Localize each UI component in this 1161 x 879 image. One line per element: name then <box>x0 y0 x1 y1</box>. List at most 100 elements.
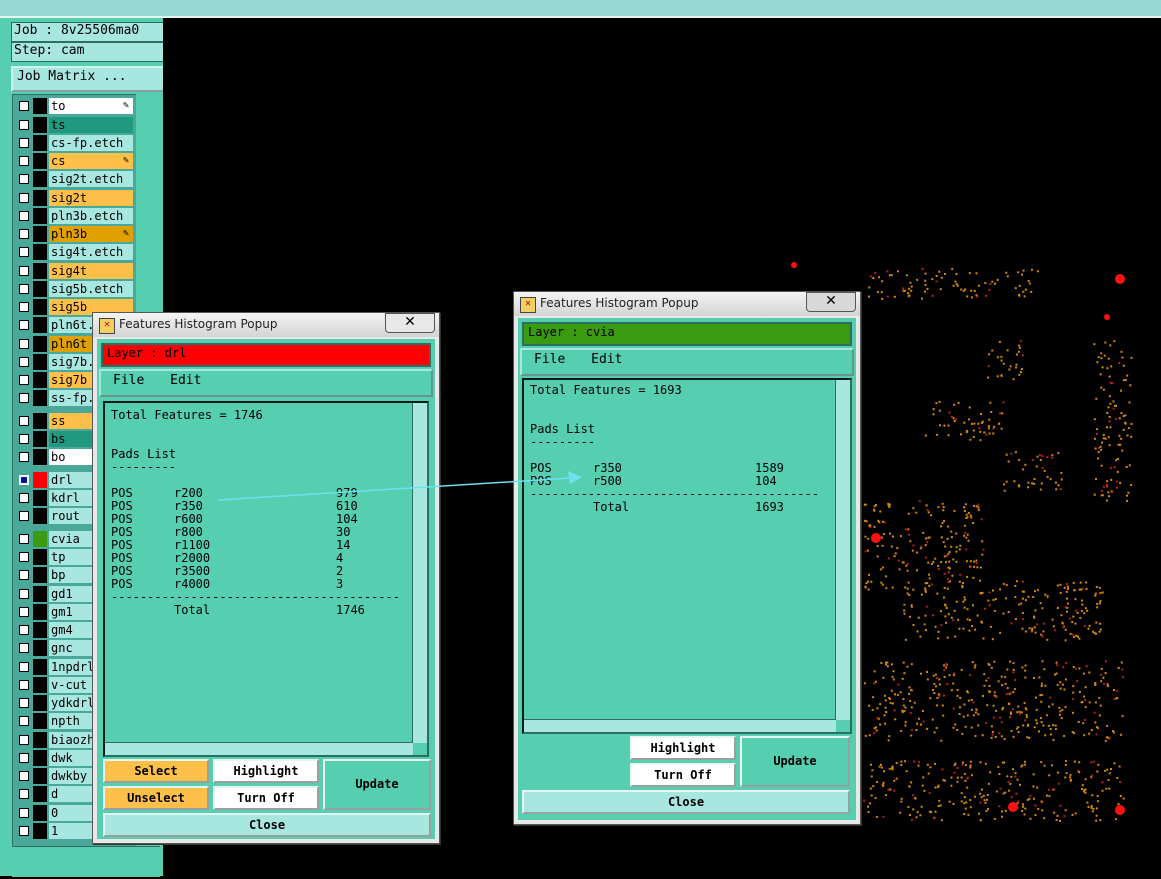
pad-row[interactable]: POS r3500 2 <box>111 565 391 578</box>
layer-row-sig2t.etch[interactable]: sig2t.etch <box>15 171 135 187</box>
layer-row-to[interactable]: to ✎ <box>15 98 135 114</box>
pcb-pad <box>1122 364 1125 367</box>
layer-checkbox[interactable] <box>19 193 29 203</box>
pcb-pad <box>934 557 937 560</box>
layer-name[interactable]: cs-fp.etch <box>49 135 133 151</box>
layer-checkbox[interactable] <box>19 416 29 426</box>
layer-checkbox[interactable] <box>19 339 29 349</box>
layer-checkbox[interactable] <box>19 511 29 521</box>
unselect-button[interactable]: Unselect <box>103 786 209 810</box>
layer-row-cs[interactable]: cs ✎ <box>15 153 135 169</box>
layer-checkbox[interactable] <box>19 552 29 562</box>
layer-name[interactable]: to ✎ <box>49 98 133 114</box>
layer-checkbox[interactable] <box>19 698 29 708</box>
layer-name[interactable]: pln3b ✎ <box>49 226 133 242</box>
select-button[interactable]: Select <box>103 759 209 783</box>
layer-row-sig5b.etch[interactable]: sig5b.etch <box>15 281 135 297</box>
layer-checkbox[interactable] <box>19 247 29 257</box>
layer-row-sig4t[interactable]: sig4t <box>15 263 135 279</box>
window-close-button[interactable]: ✕ <box>385 313 435 333</box>
pad-row[interactable]: POS r500 104 <box>530 475 810 488</box>
layer-row-cs-fp.etch[interactable]: cs-fp.etch <box>15 135 135 151</box>
layer-checkbox[interactable] <box>19 393 29 403</box>
pcb-pad <box>1110 478 1113 481</box>
vertical-scrollbar[interactable] <box>835 380 850 720</box>
job-matrix-button[interactable]: Job Matrix ... <box>11 66 167 92</box>
update-button[interactable]: Update <box>740 736 850 787</box>
layer-row-pln3b[interactable]: pln3b ✎ <box>15 226 135 242</box>
layer-checkbox[interactable] <box>19 625 29 635</box>
highlight-button[interactable]: Highlight <box>213 759 319 783</box>
layer-checkbox[interactable] <box>19 662 29 672</box>
window-close-button[interactable]: ✕ <box>806 292 856 312</box>
layer-checkbox[interactable] <box>19 156 29 166</box>
layer-checkbox[interactable] <box>19 452 29 462</box>
layer-checkbox[interactable] <box>19 534 29 544</box>
update-button[interactable]: Update <box>323 759 431 810</box>
layer-name[interactable]: sig4t <box>49 263 133 279</box>
layer-checkbox[interactable] <box>19 789 29 799</box>
layer-checkbox[interactable] <box>19 101 29 111</box>
pcb-pad <box>932 560 935 563</box>
pcb-pad <box>893 295 896 298</box>
pcb-pad <box>893 709 896 712</box>
layer-name[interactable]: ts <box>49 117 133 133</box>
layer-row-sig4t.etch[interactable]: sig4t.etch <box>15 244 135 260</box>
layer-checkbox[interactable] <box>19 284 29 294</box>
highlight-button[interactable]: Highlight <box>630 736 736 760</box>
layer-checkbox[interactable] <box>19 607 29 617</box>
layer-checkbox[interactable] <box>19 357 29 367</box>
layer-checkbox[interactable] <box>19 589 29 599</box>
horizontal-scrollbar[interactable] <box>105 742 413 755</box>
layer-checkbox[interactable] <box>19 174 29 184</box>
layer-name[interactable]: sig4t.etch <box>49 244 133 260</box>
layer-checkbox[interactable] <box>19 680 29 690</box>
layer-checkbox[interactable] <box>19 570 29 580</box>
horizontal-scrollbar[interactable] <box>524 719 836 732</box>
layer-checkbox[interactable] <box>19 266 29 276</box>
pcb-pad <box>1014 618 1017 620</box>
vertical-scrollbar[interactable] <box>412 403 427 743</box>
layer-checkbox[interactable] <box>19 808 29 818</box>
layer-checkbox[interactable] <box>19 302 29 312</box>
layer-checkbox[interactable] <box>19 120 29 130</box>
pcb-pad <box>1126 499 1128 502</box>
layer-name[interactable]: cs ✎ <box>49 153 133 169</box>
close-button[interactable]: Close <box>103 813 431 837</box>
layer-checkbox[interactable] <box>19 493 29 503</box>
layer-name[interactable]: sig2t <box>49 190 133 206</box>
layer-checkbox[interactable] <box>19 229 29 239</box>
layer-checkbox[interactable] <box>19 771 29 781</box>
histogram-text-area[interactable]: Total Features = 1746 Pads List --------… <box>103 401 429 757</box>
layer-checkbox[interactable] <box>19 643 29 653</box>
layer-name[interactable]: pln3b.etch <box>49 208 133 224</box>
file-menu[interactable]: File <box>113 373 144 388</box>
layer-name[interactable]: sig5b.etch <box>49 281 133 297</box>
pcb-pad <box>970 774 973 777</box>
histogram-text-area[interactable]: Total Features = 1693 Pads List --------… <box>522 378 852 734</box>
edit-menu[interactable]: Edit <box>170 373 201 388</box>
close-button[interactable]: Close <box>522 790 850 814</box>
layer-checkbox[interactable] <box>19 434 29 444</box>
layer-checkbox[interactable] <box>19 753 29 763</box>
file-menu[interactable]: File <box>534 352 565 367</box>
pad-row[interactable]: POS r2000 4 <box>111 552 391 565</box>
pad-row[interactable]: POS r4000 3 <box>111 578 391 591</box>
layer-checkbox[interactable] <box>19 475 29 485</box>
layer-checkbox[interactable] <box>19 320 29 330</box>
turn-off-button[interactable]: Turn Off <box>630 763 736 787</box>
layer-checkbox[interactable] <box>19 138 29 148</box>
layer-row-sig2t[interactable]: sig2t <box>15 190 135 206</box>
layer-checkbox[interactable] <box>19 716 29 726</box>
pad-row[interactable]: POS r1100 14 <box>111 539 391 552</box>
layer-row-ts[interactable]: ts <box>15 117 135 133</box>
layer-checkbox[interactable] <box>19 735 29 745</box>
pcb-pad <box>1083 612 1086 615</box>
turn-off-button[interactable]: Turn Off <box>213 786 319 810</box>
layer-row-pln3b.etch[interactable]: pln3b.etch <box>15 208 135 224</box>
layer-name[interactable]: sig2t.etch <box>49 171 133 187</box>
layer-checkbox[interactable] <box>19 211 29 221</box>
edit-menu[interactable]: Edit <box>591 352 622 367</box>
layer-checkbox[interactable] <box>19 826 29 836</box>
layer-checkbox[interactable] <box>19 375 29 385</box>
